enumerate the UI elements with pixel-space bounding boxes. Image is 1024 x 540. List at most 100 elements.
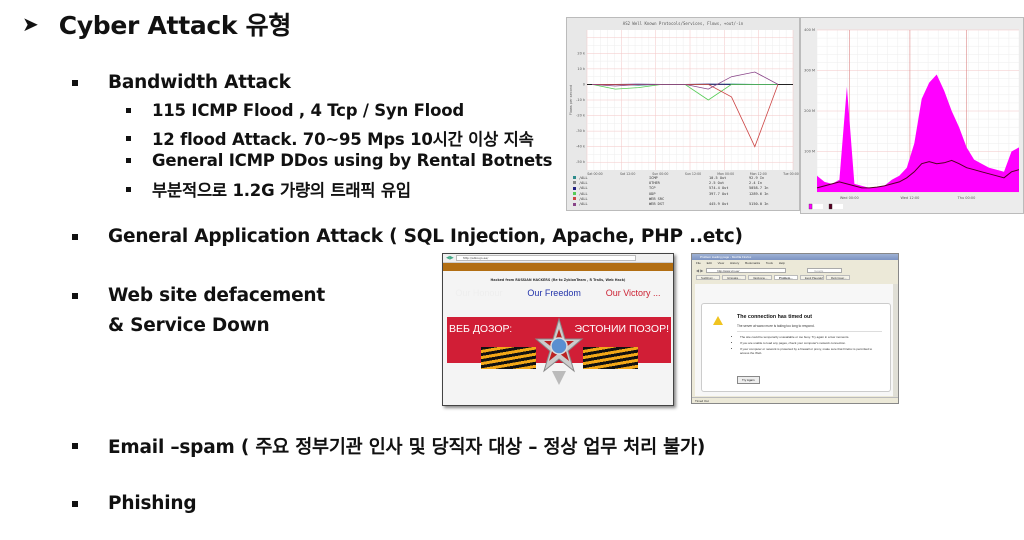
slide-title-text: Cyber Attack 유형 — [58, 11, 292, 40]
sub-bullet: 115 ICMP Flood , 4 Tcp / Syn Flood — [126, 101, 464, 120]
legend-row: /ALL WEB DST 445.9 Out 5150.0 In — [573, 201, 793, 206]
bullet-label: General Application Attack ( SQL Injecti… — [108, 226, 743, 247]
browser-tab: Reformaer... — [826, 275, 850, 280]
square-bullet-icon — [72, 233, 78, 240]
legend-text: /ALL — [579, 196, 588, 201]
bullet-label: Web site defacement — [108, 285, 326, 306]
sub-bullet-label: General ICMP DDos using by Rental Botnet… — [152, 151, 553, 170]
try-again-button: Try Again — [737, 376, 760, 384]
square-bullet-icon — [126, 135, 131, 141]
square-bullet-icon — [72, 292, 78, 299]
y-tick-label: -50 k — [576, 160, 586, 164]
banner-left-text: ВЕБ ДОЗОР: — [449, 323, 513, 335]
arrowhead-bullet-icon: ➤ — [22, 12, 39, 36]
tab-bar: Sudittrum... Ixtravaks... Vastlusne... Prob… — [692, 274, 898, 281]
address-bar: http://www.vm.ee/ — [706, 267, 787, 273]
back-forward-icon: ◀▶ — [446, 255, 454, 261]
square-bullet-icon — [126, 158, 131, 163]
bandwidth-chart-svg: 400 M 300 M 200 M 100 M Wed 00:00 Wed 12:00 Th… — [804, 28, 1020, 210]
search-field: Google — [807, 267, 843, 273]
square-bullet-icon — [126, 108, 131, 113]
legend-text: 1289.6 In — [749, 191, 769, 196]
y-tick-label: 10 k — [577, 67, 586, 71]
legend-text: OTHER — [649, 180, 660, 185]
legend-swatch — [573, 192, 576, 196]
legend-text: 2.5 Out — [709, 180, 725, 185]
slogan: Our Victory ... — [605, 288, 661, 298]
error-message: The server at www.vm.ee is taking too lo… — [737, 324, 815, 328]
sub-bullet: 12 flood Attack. 70~95 Mps 10시간 이상 지속 — [126, 126, 534, 150]
st-george-ribbon-left — [481, 347, 536, 369]
legend-text: /ALL — [579, 202, 588, 207]
suggestion: If your computer or network is protected… — [740, 347, 880, 355]
y-tick-label: 0 — [583, 82, 585, 86]
browser-tab: Sudittrum... — [696, 275, 720, 280]
st-george-ribbon-right — [583, 347, 638, 369]
page-content: The connection has timed out The server … — [695, 284, 893, 396]
warning-icon — [713, 316, 723, 325]
legend-text: 445.9 Out — [709, 202, 729, 207]
legend-label-box — [813, 204, 823, 209]
suggestion: The site could be temporarily unavailabl… — [740, 335, 880, 339]
browser-tab: Vastlusne... — [748, 275, 772, 280]
bandwidth-chart: 400 M 300 M 200 M 100 M Wed 00:00 Wed 12:00 Th… — [800, 17, 1024, 214]
error-box: The connection has timed out The server … — [701, 303, 891, 392]
header-band — [443, 263, 673, 271]
legend-swatch — [573, 186, 576, 190]
back-forward-icon: ◀ ▶ — [696, 267, 704, 273]
banner-right-text: ЭСТОНИИ ПОЗОР! — [574, 323, 669, 335]
bullet-defacement: Web site defacement — [72, 285, 325, 306]
legend-text: 574.4 Out — [709, 186, 729, 191]
legend-text: UDP — [649, 191, 656, 196]
y-tick-label: 300 M — [804, 69, 815, 73]
x-tick-label: Wed 00:00 — [840, 196, 859, 200]
browser-tab: Problem... — [774, 275, 798, 280]
sub-bullet-label: 부분적으로 1.2G 가량의 트래픽 유입 — [152, 181, 411, 200]
bullet-application-attack: General Application Attack ( SQL Injecti… — [72, 226, 743, 247]
x-tick-label: Wed 12:00 — [900, 196, 919, 200]
bullet-bandwidth-attack: Bandwidth Attack — [72, 72, 291, 93]
suggestion: If you are unable to load any pages, che… — [740, 341, 880, 345]
legend-swatch — [573, 197, 576, 201]
legend-row: /ALL TCP 574.4 Out 5058.7 In — [573, 186, 793, 191]
flows-chart: AS2 Well Known Protocols/Services, Flows… — [566, 17, 800, 211]
slogan: Our Freedom — [527, 288, 581, 298]
divider — [737, 331, 882, 332]
y-tick-label: 200 M — [804, 109, 815, 113]
square-bullet-icon — [72, 79, 78, 86]
sub-bullet: 부분적으로 1.2G 가량의 트래픽 유입 — [126, 177, 411, 201]
slide-title: ➤ Cyber Attack 유형 — [22, 6, 291, 42]
order-star-icon — [534, 317, 584, 385]
browser-tab: Ixtravaks... — [722, 275, 746, 280]
hacked-message: Hacked from RUSSIAN HACKERS (Re to Zyklo… — [490, 278, 626, 282]
y-tick-label: 400 M — [804, 28, 815, 32]
scrollbar — [893, 284, 898, 397]
x-tick-label: Thu 00:00 — [957, 196, 976, 200]
legend-label-box — [833, 204, 843, 209]
square-bullet-icon — [126, 186, 131, 192]
legend-text: WEB SRC — [649, 196, 665, 201]
y-tick-label: -10 k — [576, 98, 586, 102]
sub-bullet: General ICMP DDos using by Rental Botnet… — [126, 151, 552, 170]
y-tick-label: 100 M — [804, 150, 815, 154]
legend-text: TCP — [649, 186, 656, 191]
bullet-label: Bandwidth Attack — [108, 72, 291, 93]
legend-swatch — [828, 203, 833, 210]
square-bullet-icon — [72, 443, 78, 449]
defacement-screenshot: ◀▶ http://alkoujo.ee/ Hacked from RUSSIA… — [442, 253, 674, 406]
y-tick-label: -30 k — [576, 129, 586, 133]
legend-text: 92.9 In — [749, 175, 765, 180]
status-bar: Timed Out — [692, 397, 898, 403]
legend-text: /ALL — [579, 175, 588, 180]
browser-tab: Eesti Päevaleht — [800, 275, 824, 280]
bullet-continuation: & Service Down — [108, 315, 270, 336]
legend-row: /ALL UDP 397.7 Out 1289.6 In — [573, 191, 793, 196]
legend-swatch — [573, 202, 576, 206]
bullet-phishing: Phishing — [72, 493, 197, 514]
nav-toolbar: ◀ ▶ http://www.vm.ee/ Google — [692, 266, 898, 274]
y-tick-label: -20 k — [576, 114, 586, 118]
legend-text: 2.4 In — [749, 180, 762, 185]
browser-toolbar: ◀▶ http://alkoujo.ee/ — [443, 254, 673, 263]
legend-text: 397.7 Out — [709, 191, 729, 196]
bullet-email-spam: Email –spam ( 주요 정부기관 인사 및 당직자 대상 – 정상 업… — [72, 433, 705, 459]
